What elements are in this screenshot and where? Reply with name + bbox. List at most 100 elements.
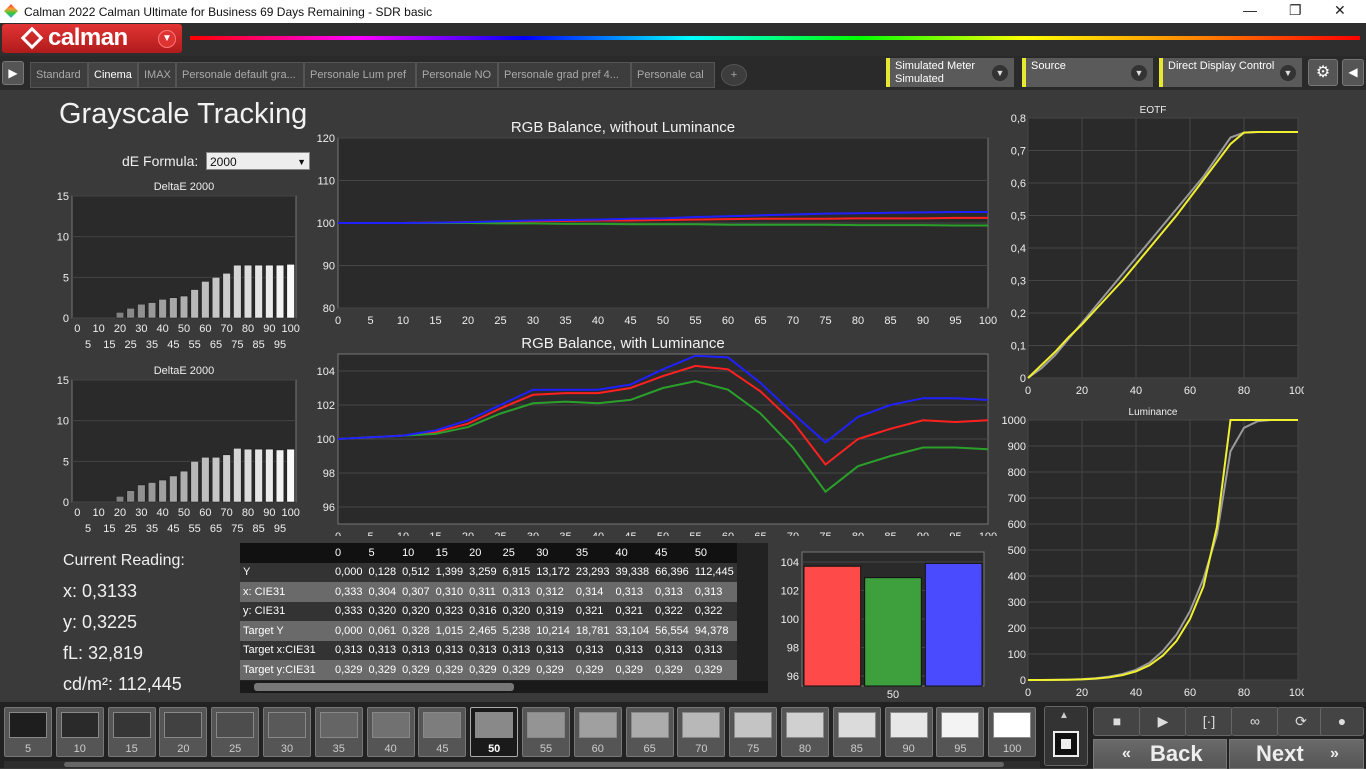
table-row[interactable]: Target y:CIE31 0,329 0,329 0,329 0,329 0,329 0… — [240, 660, 737, 680]
swatch-label: 30 — [280, 743, 294, 755]
swatch-65[interactable]: 65 — [625, 707, 674, 757]
swatch-scrollbar[interactable] — [4, 761, 1040, 768]
top-bar: calman ▼ — [0, 23, 1366, 56]
x-tick-label: 40 — [592, 531, 604, 536]
table-cell: 0,329 — [432, 660, 467, 680]
y-tick-label: 0,2 — [1011, 308, 1026, 320]
stop-control[interactable]: ▲ — [1044, 706, 1088, 766]
x-tick-label: 35 — [559, 531, 571, 536]
next-button[interactable]: Next » — [1229, 739, 1364, 769]
x-tick-label: 50 — [178, 323, 190, 335]
y-tick-label: 100 — [317, 434, 335, 446]
bar — [169, 297, 178, 319]
measurement-table[interactable]: 0 5 10 15 20 25 30 35 40 45 50 Y 0,000 0,128 0,512 1,39… — [240, 543, 768, 693]
close-button[interactable]: ✕ — [1334, 2, 1346, 19]
stop-button-icon[interactable]: ■ — [1093, 707, 1141, 736]
bar — [265, 448, 274, 503]
swatch-patch — [993, 712, 1032, 738]
y-tick-label: 15 — [57, 375, 69, 387]
swatch-25[interactable]: 25 — [211, 707, 260, 757]
x-tick-label: 40 — [1130, 385, 1142, 397]
table-row[interactable]: x: CIE31 0,333 0,304 0,307 0,310 0,311 0,313 0,… — [240, 582, 737, 602]
table-cell: 0,329 — [499, 660, 534, 680]
swatch-100[interactable]: 100 — [988, 707, 1037, 757]
swatch-95[interactable]: 95 — [936, 707, 985, 757]
swatch-80[interactable]: 80 — [781, 707, 829, 757]
table-cell: 0,313 — [432, 640, 467, 660]
x-tick-label: 80 — [1238, 687, 1250, 699]
refresh-icon[interactable]: ⟳ — [1277, 707, 1325, 736]
bar — [254, 264, 263, 319]
bar — [137, 484, 146, 503]
tab-1[interactable]: Cinema — [88, 62, 138, 88]
y-tick-label: 104 — [781, 557, 799, 569]
swatch-label: 5 — [24, 743, 32, 755]
tab-add[interactable]: + — [721, 64, 747, 86]
window-title: Calman 2022 Calman Ultimate for Business… — [24, 5, 433, 19]
x-tick-label: 85 — [253, 339, 265, 351]
back-button[interactable]: « Back — [1093, 739, 1227, 769]
swatch-45[interactable]: 45 — [418, 707, 467, 757]
x-tick-label: 70 — [221, 507, 233, 519]
de-formula-select[interactable]: 2000 ▼ — [206, 152, 310, 170]
maximize-button[interactable]: ❐ — [1289, 2, 1302, 19]
source-selector[interactable]: Source ▼ — [1022, 58, 1153, 87]
table-row[interactable]: Y 0,000 0,128 0,512 1,399 3,259 6,915 13,172 23,… — [240, 562, 737, 582]
swatch-20[interactable]: 20 — [159, 707, 208, 757]
tab-2[interactable]: IMAX — [138, 62, 176, 88]
read-series-icon[interactable]: [·] — [1185, 707, 1233, 736]
table-row[interactable]: y: CIE31 0,333 0,320 0,320 0,323 0,316 0,320 0,… — [240, 601, 737, 621]
table-cell: 0,313 — [691, 582, 737, 602]
tab-3[interactable]: Personale default gra... — [176, 62, 304, 88]
table-scrollbar[interactable] — [240, 681, 768, 693]
table-cell: 0,333 — [332, 601, 366, 621]
continuous-icon[interactable]: ∞ — [1231, 707, 1279, 736]
collapse-left-arrow-icon[interactable]: ◀ — [1342, 59, 1364, 86]
y-tick-label: 700 — [1008, 493, 1026, 505]
swatch-scrollbar-thumb[interactable] — [64, 762, 1004, 767]
y-tick-label: 0,6 — [1011, 178, 1026, 190]
calman-menu-button[interactable]: calman ▼ — [2, 24, 182, 53]
tab-0[interactable]: Standard — [30, 62, 88, 88]
x-tick-label: 100 — [979, 315, 997, 327]
x-tick-label: 95 — [949, 315, 961, 327]
swatch-30[interactable]: 30 — [263, 707, 311, 757]
swatch-75[interactable]: 75 — [729, 707, 778, 757]
table-cell: 0,313 — [399, 640, 433, 660]
chevron-up-icon[interactable]: ▲ — [1059, 710, 1069, 721]
swatch-15[interactable]: 15 — [107, 707, 156, 757]
play-icon[interactable]: ▶ — [1139, 707, 1187, 736]
bar — [147, 482, 157, 503]
swatch-55[interactable]: 55 — [522, 707, 570, 757]
display-control-selector[interactable]: Direct Display Control ▼ — [1159, 58, 1302, 87]
x-tick-label: 10 — [397, 315, 409, 327]
swatch-60[interactable]: 60 — [573, 707, 622, 757]
stop-icon — [1053, 731, 1079, 757]
scrollbar-thumb[interactable] — [254, 683, 514, 691]
record-icon[interactable]: ● — [1320, 707, 1364, 736]
tab-bar: ▶ Standard Cinema IMAX Personale default gr… — [0, 56, 1366, 90]
swatch-35[interactable]: 35 — [314, 707, 363, 757]
x-tick-label: 30 — [135, 323, 147, 335]
tab-4[interactable]: Personale Lum pref — [304, 62, 416, 88]
swatch-10[interactable]: 10 — [55, 707, 104, 757]
x-tick-label: 80 — [1238, 385, 1250, 397]
table-row[interactable]: Target Y 0,000 0,061 0,328 1,015 2,465 5,238 10… — [240, 621, 737, 641]
tab-6[interactable]: Personale grad pref 4... — [498, 62, 631, 88]
table-row[interactable]: Target x:CIE31 0,313 0,313 0,313 0,313 0,313 0… — [240, 640, 737, 660]
table-header-cell: 40 — [612, 543, 653, 563]
gear-icon[interactable]: ⚙ — [1308, 59, 1338, 86]
table-cell: 0,512 — [399, 562, 433, 582]
meter-selector[interactable]: Simulated Meter Simulated ▼ — [886, 58, 1014, 87]
minimize-button[interactable]: — — [1243, 2, 1257, 18]
swatch-90[interactable]: 90 — [884, 707, 933, 757]
tab-5[interactable]: Personale NO — [416, 62, 498, 88]
swatch-70[interactable]: 70 — [677, 707, 726, 757]
swatch-40[interactable]: 40 — [366, 707, 415, 757]
tab-7[interactable]: Personale cal — [631, 62, 715, 88]
x-tick-label: 55 — [189, 523, 201, 535]
swatch-50[interactable]: 50 — [470, 707, 519, 757]
swatch-85[interactable]: 85 — [832, 707, 881, 757]
tabs-left-arrow-icon[interactable]: ▶ — [2, 61, 24, 85]
swatch-5[interactable]: 5 — [4, 707, 52, 757]
